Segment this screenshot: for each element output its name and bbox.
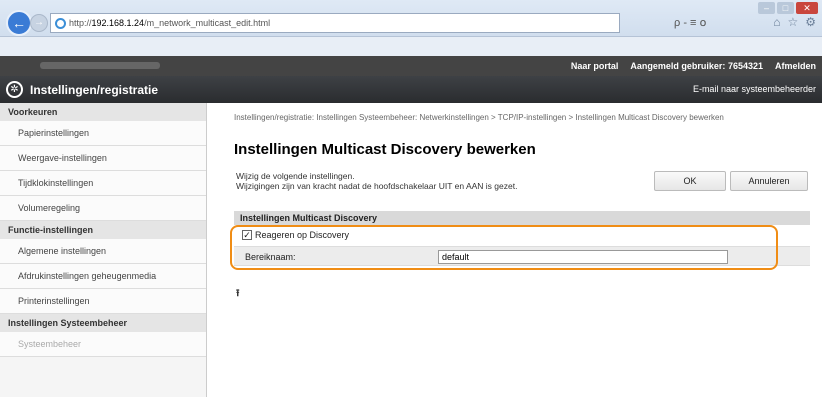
star-icon[interactable]: ☆ — [787, 15, 798, 29]
highlight-outline — [230, 225, 778, 270]
sidebar-item-tijdklok[interactable]: Tijdklokinstellingen — [0, 171, 206, 196]
breadcrumb: Instellingen/registratie: Instellingen S… — [234, 113, 724, 122]
sidebar-item-papierinstellingen[interactable]: Papierinstellingen — [0, 121, 206, 146]
gear-icon[interactable]: ⚙ — [805, 15, 816, 29]
section-title: Instellingen/registratie — [30, 83, 159, 97]
url-host: 192.168.1.24 — [91, 18, 145, 28]
scroll-top-icon[interactable]: ⭱ — [236, 286, 240, 303]
address-bar[interactable]: http://192.168.1.24/m_network_multicast_… — [50, 13, 620, 33]
user-label: Aangemeld gebruiker: 7654321 — [630, 61, 763, 71]
instruction-line-1: Wijzig de volgende instellingen. — [236, 171, 355, 181]
sidebar-item-systeembeheer[interactable]: Systeembeheer — [0, 332, 206, 357]
sidebar-heading-functie: Functie-instellingen — [0, 221, 206, 239]
to-portal-link[interactable]: Naar portal — [571, 61, 619, 71]
minimize-icon[interactable]: – — [758, 2, 775, 14]
sidebar-item-printer[interactable]: Printerinstellingen — [0, 289, 206, 314]
sidebar-item-algemeen[interactable]: Algemene instellingen — [0, 239, 206, 264]
window-controls: – □ ✕ — [758, 2, 818, 14]
sidebar-item-weergave[interactable]: Weergave-instellingen — [0, 146, 206, 171]
ok-button[interactable]: OK — [654, 171, 726, 191]
sidebar-heading-voorkeuren: Voorkeuren — [0, 103, 206, 121]
browser-logo-icon — [55, 18, 66, 29]
panel-title: Instellingen Multicast Discovery — [234, 211, 810, 225]
close-icon[interactable]: ✕ — [796, 2, 818, 14]
sidebar: Voorkeuren Papierinstellingen Weergave-i… — [0, 103, 207, 397]
sidebar-item-volume[interactable]: Volumeregeling — [0, 196, 206, 221]
search-refresh-controls[interactable]: ρ - ≡ ໐ — [674, 16, 707, 29]
nav-buttons: ← → — [6, 10, 48, 36]
forward-button[interactable]: → — [30, 14, 48, 32]
logout-link[interactable]: Afmelden — [775, 61, 816, 71]
user-id: 7654321 — [727, 61, 763, 71]
browser-chrome: – □ ✕ ← → http://192.168.1.24/m_network_… — [0, 0, 822, 56]
device-name-redacted — [40, 62, 160, 69]
home-icon[interactable]: ⌂ — [773, 15, 780, 29]
settings-logo-icon: ✲ — [6, 81, 23, 98]
section-header: ✲ Instellingen/registratie E-mail naar s… — [0, 76, 822, 103]
back-button[interactable]: ← — [6, 10, 32, 36]
main-content: Instellingen/registratie: Instellingen S… — [222, 103, 822, 397]
sidebar-item-afdruk-geheugenmedia[interactable]: Afdrukinstellingen geheugenmedia — [0, 264, 206, 289]
page-title: Instellingen Multicast Discovery bewerke… — [234, 141, 536, 158]
cancel-button[interactable]: Annuleren — [730, 171, 808, 191]
browser-toolbar-icons: ⌂ ☆ ⚙ — [773, 15, 816, 29]
sidebar-heading-systeembeheer: Instellingen Systeembeheer — [0, 314, 206, 332]
mail-admin-link[interactable]: E-mail naar systeembeheerder — [693, 84, 816, 94]
instruction-line-2: Wijzigingen zijn van kracht nadat de hoo… — [236, 181, 518, 191]
portal-bar: Naar portal Aangemeld gebruiker: 7654321… — [0, 56, 822, 76]
tab-strip — [0, 36, 822, 56]
maximize-icon[interactable]: □ — [777, 2, 794, 14]
url-path: /m_network_multicast_edit.html — [144, 18, 271, 28]
instruction-text: Wijzig de volgende instellingen. Wijzigi… — [236, 171, 517, 191]
url-prefix: http:// — [69, 18, 92, 28]
portal-links: Naar portal Aangemeld gebruiker: 7654321… — [571, 61, 816, 71]
